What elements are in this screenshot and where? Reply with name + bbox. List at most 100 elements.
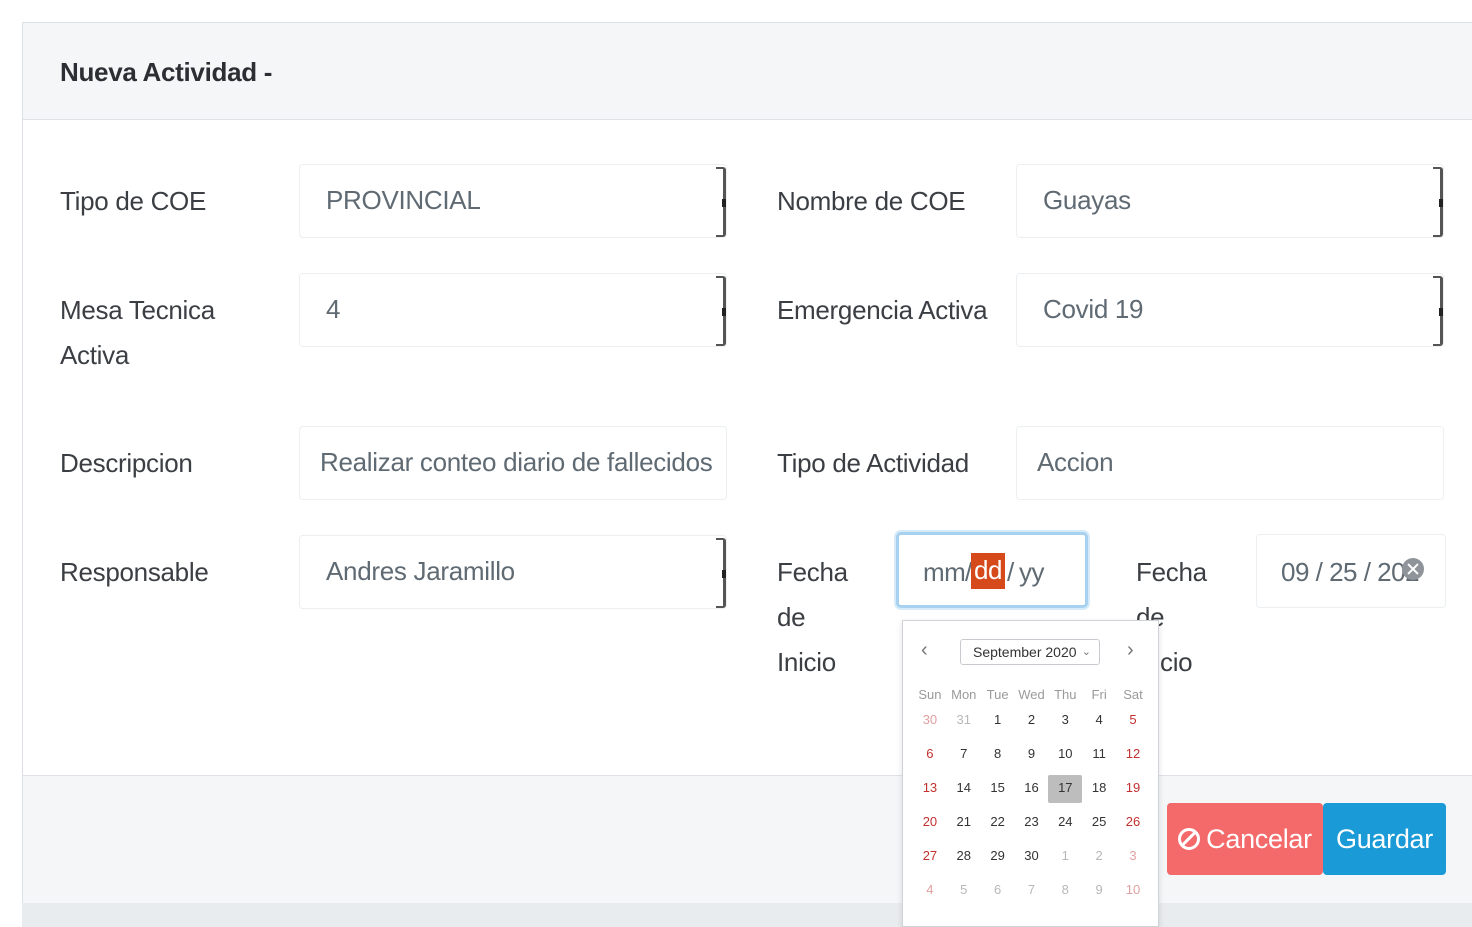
calendar-week-row: 13 14 15 16 17 18 19 xyxy=(913,775,1150,809)
chevron-right-icon[interactable]: › xyxy=(1127,639,1134,662)
select-arrow-icon xyxy=(716,167,726,237)
save-button-label: Guardar xyxy=(1336,823,1433,854)
calendar-day[interactable]: 7 xyxy=(1015,877,1049,911)
nombre-coe-value: Guayas xyxy=(1043,185,1131,215)
date-year-segment[interactable]: yy xyxy=(1019,557,1045,588)
tipo-actividad-label: Tipo de Actividad xyxy=(777,448,969,478)
calendar-week-row: 20 21 22 23 24 25 26 xyxy=(913,809,1150,843)
calendar-day[interactable]: 12 xyxy=(1116,741,1150,775)
tipo-actividad-value: Accion xyxy=(1037,447,1114,477)
responsable-select[interactable]: Andres Jaramillo xyxy=(299,535,727,609)
weekday-label: Wed xyxy=(1018,687,1045,702)
date-day-segment[interactable]: dd xyxy=(971,553,1005,589)
calendar-day[interactable]: 5 xyxy=(1116,707,1150,741)
responsable-value: Andres Jaramillo xyxy=(326,556,515,586)
calendar-day[interactable]: 11 xyxy=(1082,741,1116,775)
calendar-day[interactable]: 23 xyxy=(1015,809,1049,843)
calendar-day[interactable]: 3 xyxy=(1116,843,1150,877)
calendar-day[interactable]: 14 xyxy=(947,775,981,809)
calendar-day[interactable]: 16 xyxy=(1015,775,1049,809)
descripcion-value: Realizar conteo diario de fallecidos xyxy=(320,447,713,477)
weekday-label: Tue xyxy=(986,687,1009,702)
chevron-down-icon: ⌄ xyxy=(1081,646,1091,658)
mesa-tecnica-value: 4 xyxy=(326,294,341,324)
fecha-inicio-input[interactable]: mm / dd / yy xyxy=(896,532,1088,608)
month-select[interactable]: September 2020 ⌄ xyxy=(960,639,1100,665)
calendar-day[interactable]: 29 xyxy=(981,843,1015,877)
fecha-inicio-label-line2: de xyxy=(777,602,806,632)
calendar-day[interactable]: 9 xyxy=(1082,877,1116,911)
weekday-label: Fri xyxy=(1091,687,1107,702)
calendar-week-row: 6 7 8 9 10 11 12 xyxy=(913,741,1150,775)
date-picker-popup: ‹ September 2020 ⌄ › Sun Mon Tue Wed Thu Fri S… xyxy=(902,620,1159,927)
weekday-label: Mon xyxy=(951,687,977,702)
calendar-day[interactable]: 8 xyxy=(1048,877,1082,911)
save-button[interactable]: Guardar xyxy=(1323,803,1446,875)
fecha-fin-value: 09 / 25 / 202 xyxy=(1281,557,1420,587)
calendar-day[interactable]: 3 xyxy=(1048,707,1082,741)
calendar-day[interactable]: 6 xyxy=(913,741,947,775)
mesa-tecnica-label-line1: Mesa Tecnica xyxy=(60,295,215,325)
calendar-day[interactable]: 17 xyxy=(1048,775,1083,803)
cancel-button-label: Cancelar xyxy=(1206,823,1312,854)
tipo-actividad-input[interactable]: Accion xyxy=(1016,426,1444,500)
calendar-day[interactable]: 4 xyxy=(1082,707,1116,741)
calendar-day[interactable]: 20 xyxy=(913,809,947,843)
mesa-tecnica-select[interactable]: 4 xyxy=(299,273,727,347)
calendar-week-row: 27 28 29 30 1 2 3 xyxy=(913,843,1150,877)
chevron-left-icon[interactable]: ‹ xyxy=(921,639,928,662)
tipo-coe-select[interactable]: PROVINCIAL xyxy=(299,164,727,238)
calendar-day[interactable]: 25 xyxy=(1082,809,1116,843)
cancel-button[interactable]: Cancelar xyxy=(1167,803,1323,875)
calendar-day[interactable]: 8 xyxy=(981,741,1015,775)
calendar-day[interactable]: 5 xyxy=(947,877,981,911)
modal-title: Nueva Actividad - xyxy=(60,57,273,87)
weekday-label: Sun xyxy=(918,687,942,702)
calendar-day[interactable]: 2 xyxy=(1015,707,1049,741)
month-select-label: September 2020 xyxy=(973,644,1077,660)
calendar-day[interactable]: 10 xyxy=(1116,877,1150,911)
calendar-grid: Sun Mon Tue Wed Thu Fri Sat 30 31 1 2 3 4 5 6 7 8 9 10 11 12… xyxy=(913,683,1150,911)
calendar-day[interactable]: 7 xyxy=(947,741,981,775)
nombre-coe-select[interactable]: Guayas xyxy=(1016,164,1444,238)
emergencia-select[interactable]: Covid 19 xyxy=(1016,273,1444,347)
date-separator: / xyxy=(1007,557,1014,587)
calendar-day[interactable]: 1 xyxy=(981,707,1015,741)
fecha-inicio-label-line3: Inicio xyxy=(777,647,836,677)
clear-icon[interactable] xyxy=(1402,558,1424,580)
calendar-day[interactable]: 2 xyxy=(1082,843,1116,877)
calendar-day[interactable]: 21 xyxy=(947,809,981,843)
calendar-day[interactable]: 31 xyxy=(947,707,981,741)
weekday-label: Thu xyxy=(1054,687,1077,702)
fecha-inicio-label-line1: Fecha xyxy=(777,557,848,587)
select-arrow-icon xyxy=(716,276,726,346)
fecha-fin-label-line1: Fecha xyxy=(1136,557,1207,587)
descripcion-input[interactable]: Realizar conteo diario de fallecidos xyxy=(299,426,727,500)
tipo-coe-label: Tipo de COE xyxy=(60,186,207,216)
calendar-day[interactable]: 15 xyxy=(981,775,1015,809)
calendar-day[interactable]: 1 xyxy=(1048,843,1082,877)
select-arrow-icon xyxy=(1433,167,1443,237)
calendar-day[interactable]: 30 xyxy=(913,707,947,741)
backdrop-strip xyxy=(22,902,1472,927)
calendar-day[interactable]: 10 xyxy=(1048,741,1082,775)
calendar-day[interactable]: 9 xyxy=(1015,741,1049,775)
calendar-day[interactable]: 19 xyxy=(1116,775,1150,809)
calendar-day[interactable]: 18 xyxy=(1082,775,1116,809)
weekday-label: Sat xyxy=(1123,687,1143,702)
emergencia-label: Emergencia Activa xyxy=(777,295,988,325)
calendar-day[interactable]: 28 xyxy=(947,843,981,877)
calendar-day[interactable]: 24 xyxy=(1048,809,1082,843)
calendar-day[interactable]: 4 xyxy=(913,877,947,911)
weekday-header-row: Sun Mon Tue Wed Thu Fri Sat xyxy=(913,683,1150,707)
date-month-segment[interactable]: mm xyxy=(923,557,966,588)
mesa-tecnica-label-line2: Activa xyxy=(60,340,130,370)
calendar-week-row: 30 31 1 2 3 4 5 xyxy=(913,707,1150,741)
calendar-day[interactable]: 13 xyxy=(913,775,947,809)
calendar-day[interactable]: 30 xyxy=(1015,843,1049,877)
calendar-day[interactable]: 27 xyxy=(913,843,947,877)
calendar-day[interactable]: 22 xyxy=(981,809,1015,843)
calendar-week-row: 4 5 6 7 8 9 10 xyxy=(913,877,1150,911)
calendar-day[interactable]: 26 xyxy=(1116,809,1150,843)
calendar-day[interactable]: 6 xyxy=(981,877,1015,911)
